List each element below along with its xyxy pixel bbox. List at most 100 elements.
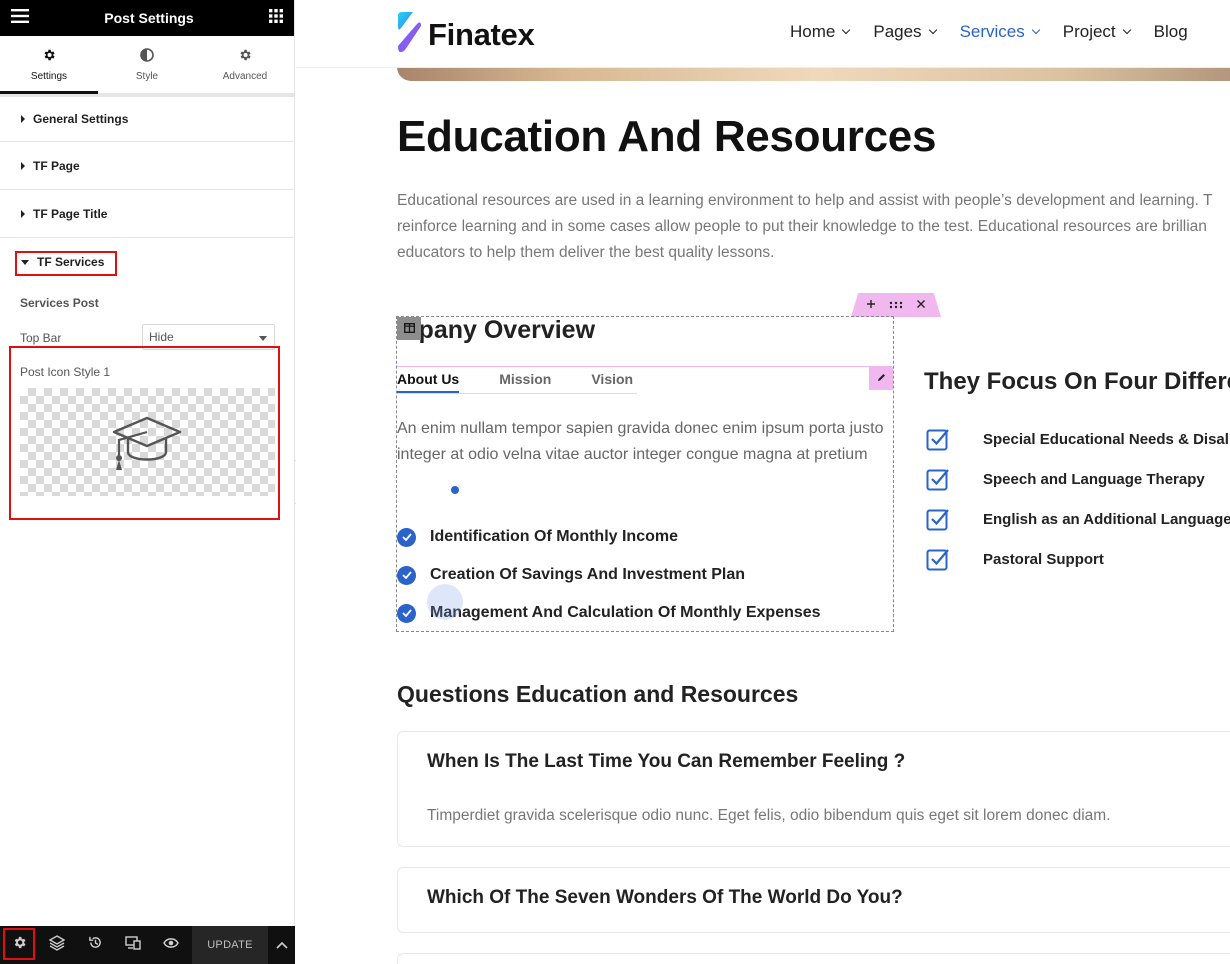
checkbox-icon [926, 507, 950, 531]
finatex-logo-icon [395, 12, 423, 57]
tab-settings[interactable]: Settings [0, 36, 98, 94]
caret-right-icon [21, 209, 25, 218]
nav-item-blog[interactable]: Blog [1154, 22, 1188, 42]
list-item: Pastoral Support [926, 539, 1230, 579]
company-overview-heading-wrap: Company Overview [397, 316, 707, 348]
main-nav: Home Pages Services Project Blog [790, 22, 1212, 42]
check-circle-icon [397, 527, 416, 547]
check-circle-icon [397, 603, 416, 623]
top-bar-value: Hide [149, 330, 174, 344]
tab-style-label: Style [135, 70, 159, 82]
history-icon [88, 935, 103, 955]
highlight-box-settings [3, 928, 35, 960]
nav-item-project[interactable]: Project [1063, 22, 1131, 42]
list-item: Special Educational Needs & Disal [926, 419, 1230, 459]
site-logo[interactable]: Finatex [395, 12, 535, 57]
content-tabs: About Us Mission Vision [397, 371, 673, 393]
faq-item[interactable]: Which Of The Seven Wonders Of The World … [397, 867, 1230, 933]
list-item-text: Identification Of Monthly Income [430, 528, 678, 545]
preview-button[interactable] [152, 926, 190, 964]
list-item-text: Special Educational Needs & Disal [983, 430, 1229, 448]
tab-advanced[interactable]: Advanced [196, 36, 294, 93]
top-bar-label: Top Bar [20, 331, 62, 345]
navigator-button[interactable] [38, 926, 76, 964]
tabs-divider [397, 393, 637, 394]
company-overview-heading: Company Overview [397, 316, 596, 344]
section-tf-page-title[interactable]: TF Page Title [0, 190, 294, 238]
section-tf-page[interactable]: TF Page [0, 142, 294, 190]
nav-item-home[interactable]: Home [790, 22, 851, 42]
faq-item[interactable] [397, 953, 1230, 964]
nav-item-pages[interactable]: Pages [873, 22, 937, 42]
questions-heading: Questions Education and Resources [397, 681, 799, 707]
tab-vision[interactable]: Vision [591, 371, 633, 393]
widget-outline [397, 366, 892, 367]
panel-tabs: Settings Style Advanced [0, 36, 294, 94]
nav-item-services[interactable]: Services [960, 22, 1040, 42]
panel-title: Post Settings [104, 10, 194, 26]
responsive-button[interactable] [114, 926, 152, 964]
list-item-text: Pastoral Support [983, 550, 1104, 568]
nav-label: Home [790, 22, 836, 41]
intro-line: educators to help them deliver the best … [397, 244, 775, 261]
settings-button[interactable] [0, 926, 38, 964]
caret-right-icon [21, 115, 25, 123]
layers-icon [48, 934, 66, 956]
chevron-down-icon [1122, 25, 1131, 35]
column-handle[interactable] [397, 317, 421, 340]
close-icon[interactable] [916, 298, 926, 312]
gear-icon [238, 48, 252, 71]
update-button[interactable]: UPDATE [192, 926, 268, 964]
brand-name: Finatex [428, 16, 535, 52]
page-title: Education And Resources [397, 112, 937, 161]
nav-label: Pages [873, 22, 922, 41]
gear-icon [42, 48, 56, 71]
section-label: TF Page Title [33, 206, 108, 221]
highlight-box-tf-services [15, 251, 117, 276]
section-general-settings[interactable]: General Settings [0, 94, 294, 142]
devices-icon [125, 935, 141, 955]
faq-question[interactable]: Which Of The Seven Wonders Of The World … [427, 887, 903, 909]
panel-header: Post Settings [0, 0, 294, 36]
editor-panel: Post Settings Settings Style Advanced Ge… [0, 0, 295, 964]
section-label: TF Page [33, 158, 80, 173]
tab-advanced-label: Advanced [222, 70, 268, 82]
tab-about-us[interactable]: About Us [397, 371, 460, 393]
panel-footer-toolbar: UPDATE [0, 926, 295, 964]
list-item-text: Speech and Language Therapy [983, 470, 1205, 488]
caret-right-icon [21, 161, 25, 170]
drag-handle-icon[interactable] [889, 298, 903, 312]
faq-item[interactable]: When Is The Last Time You Can Remember F… [397, 731, 1230, 847]
post-icon-label: Post Icon Style 1 [20, 365, 111, 379]
hamburger-menu-icon[interactable] [11, 8, 29, 28]
list-item-text: Creation Of Savings And Investment Plan [430, 566, 746, 583]
text-cursor [451, 486, 459, 494]
graduation-cap-icon [110, 414, 184, 477]
widgets-grid-icon[interactable] [269, 8, 283, 28]
chevron-down-icon [259, 336, 267, 341]
check-list: Identification Of Monthly Income Creatio… [397, 518, 821, 632]
edit-widget-button[interactable] [869, 367, 893, 390]
intro-line: reinforce learning and in some cases all… [397, 218, 1207, 235]
list-item: English as an Additional Language [926, 499, 1230, 539]
chevron-down-icon [928, 25, 937, 35]
history-button[interactable] [76, 926, 114, 964]
plus-icon[interactable] [866, 298, 876, 312]
checkbox-icon [926, 547, 950, 571]
chevron-down-icon [1031, 25, 1040, 35]
update-options-button[interactable] [268, 926, 295, 964]
chevron-down-icon [842, 25, 851, 35]
focus-list: Special Educational Needs & Disal Speech… [926, 419, 1230, 579]
intro-text: Educational resources are used in a lear… [397, 188, 1230, 266]
tab-mission[interactable]: Mission [499, 371, 551, 393]
click-indicator [427, 584, 463, 620]
tab-style[interactable]: Style [98, 36, 196, 93]
chevron-up-icon [275, 936, 288, 954]
list-item: Speech and Language Therapy [926, 459, 1230, 499]
list-item-text: Management And Calculation Of Monthly Ex… [430, 604, 821, 621]
check-circle-icon [397, 565, 416, 585]
faq-question[interactable]: When Is The Last Time You Can Remember F… [427, 751, 905, 773]
icon-preview[interactable] [20, 388, 275, 496]
checkbox-icon [926, 427, 950, 451]
site-preview: Finatex Home Pages Services Project Blog… [296, 0, 1230, 964]
